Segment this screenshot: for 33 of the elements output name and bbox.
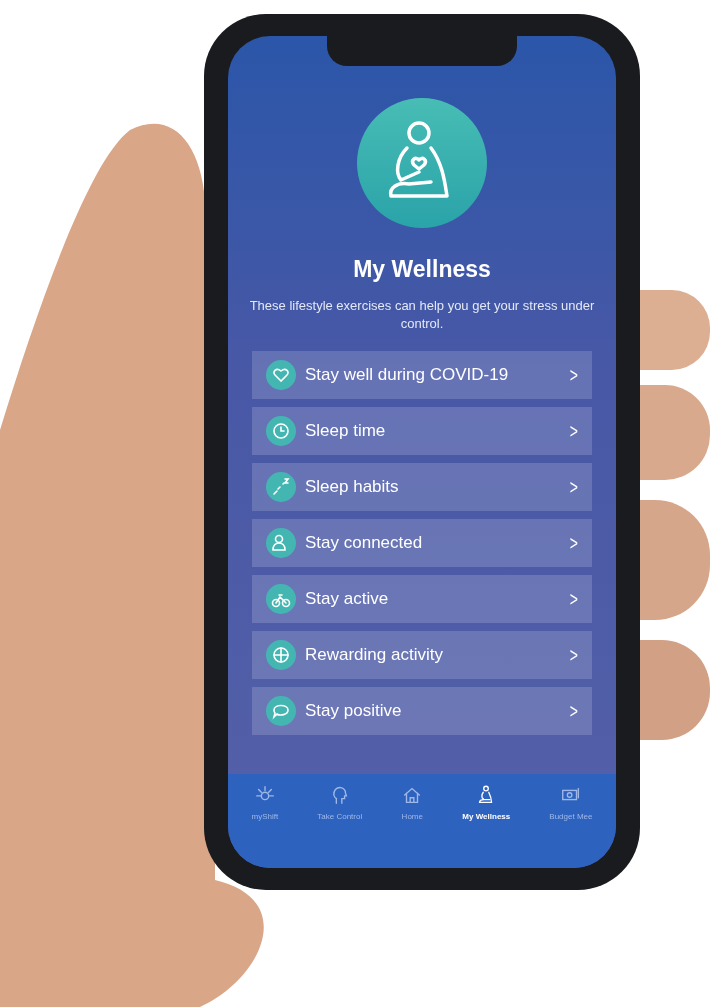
chevron-icon: > — [570, 363, 579, 387]
tab-item[interactable]: myShift — [251, 784, 279, 821]
exercise-list-item[interactable]: Stay connected > — [252, 519, 592, 567]
chevron-icon: > — [570, 699, 579, 723]
exercise-list-item[interactable]: Sleep habits > — [252, 463, 592, 511]
speech-bubble-icon — [266, 696, 296, 726]
exercise-list-item[interactable]: Stay positive > — [252, 687, 592, 735]
chevron-icon: > — [570, 419, 579, 443]
exercise-label: Stay active — [305, 589, 390, 609]
exercise-list-item[interactable]: Sleep time > — [252, 407, 592, 455]
page-title: My Wellness — [353, 256, 491, 283]
tab-item[interactable]: Take Control — [317, 784, 363, 821]
meditation-icon — [357, 98, 487, 228]
tab-item[interactable]: Home — [401, 784, 424, 821]
exercise-label: Stay connected — [305, 533, 424, 553]
exercise-label: Sleep time — [305, 421, 387, 441]
exercise-list-item[interactable]: Stay well during COVID-19 > — [252, 351, 592, 399]
tab-item[interactable]: My Wellness — [462, 784, 511, 821]
exercise-label: Stay well during COVID-19 — [305, 365, 510, 385]
exercise-label: Stay positive — [305, 701, 403, 721]
exercise-label: Sleep habits — [305, 477, 400, 497]
exercise-label: Rewarding activity — [305, 645, 444, 665]
globe-icon — [266, 640, 296, 670]
exercise-list-item[interactable]: Stay active > — [252, 575, 592, 623]
chevron-icon: > — [570, 531, 579, 555]
page-description: These lifestyle exercises can help you get your stress under control. — [248, 297, 596, 333]
bicycle-icon — [266, 584, 296, 614]
tab-item[interactable]: Budget Mee — [549, 784, 593, 821]
chevron-icon: > — [570, 475, 579, 499]
chevron-icon: > — [570, 643, 579, 667]
sleep-icon — [266, 472, 296, 502]
exercise-list-item[interactable]: Rewarding activity > — [252, 631, 592, 679]
chevron-icon: > — [570, 587, 579, 611]
